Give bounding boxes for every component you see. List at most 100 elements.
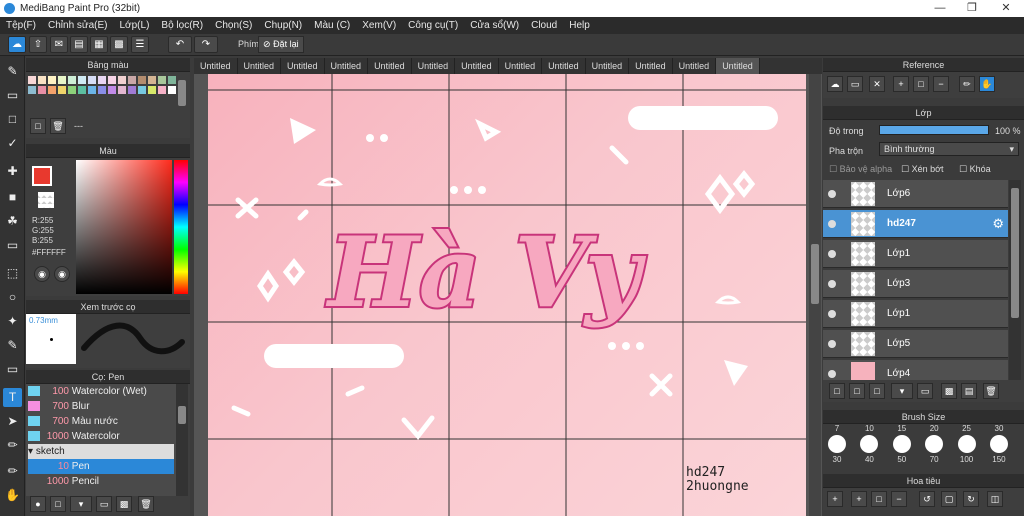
menu-layer[interactable]: Lớp(L) <box>120 20 150 31</box>
hue-slider[interactable] <box>174 160 188 294</box>
lasso-tool-icon[interactable]: ○ <box>3 288 22 307</box>
menu-view[interactable]: Xem(V) <box>362 20 396 31</box>
color-mix-icon[interactable]: ◉ <box>54 266 70 282</box>
merge-layer-icon[interactable]: ▤ <box>961 383 977 399</box>
color-swatch[interactable] <box>158 86 166 94</box>
visibility-icon[interactable] <box>828 280 836 288</box>
brush-item[interactable]: 1000 Pencil <box>28 474 174 489</box>
fill-rect-tool-icon[interactable]: ■ <box>3 188 22 207</box>
maximize-button[interactable]: ❐ <box>956 0 988 17</box>
reference-folder-icon[interactable]: ▭ <box>847 76 863 92</box>
color-swatch[interactable] <box>28 86 36 94</box>
reference-eyedropper-icon[interactable]: ✏ <box>959 76 975 92</box>
color-swatch[interactable] <box>128 76 136 84</box>
color-swatch[interactable] <box>58 86 66 94</box>
color-swatch[interactable] <box>88 76 96 84</box>
brush-item[interactable]: 700 Blur <box>28 399 174 414</box>
brush-size-option[interactable]: 25 100 <box>955 424 979 470</box>
document-tab[interactable]: Untitled <box>542 58 586 74</box>
layer-settings-icon[interactable]: ⚙ <box>992 216 1004 232</box>
new-8bit-layer-icon[interactable]: □ <box>849 383 865 399</box>
artwork-canvas[interactable]: Hà Vy hd247 2huongne <box>208 74 806 516</box>
reference-zoom-out-icon[interactable]: − <box>933 76 949 92</box>
layer-row[interactable]: Lớp1 <box>823 240 1008 268</box>
color-swatch[interactable] <box>48 76 56 84</box>
reference-fit-icon[interactable]: □ <box>913 76 929 92</box>
layer-row[interactable]: Lớp6 <box>823 180 1008 208</box>
palette-scrollbar[interactable] <box>178 80 186 106</box>
nav-fit-icon[interactable]: □ <box>871 491 887 507</box>
foreground-color[interactable] <box>32 166 52 186</box>
layer-scrollbar[interactable] <box>1009 180 1021 380</box>
document-tab[interactable]: Untitled <box>325 58 369 74</box>
pen-tool-icon[interactable]: ✓ <box>3 134 22 153</box>
color-swatch[interactable] <box>148 86 156 94</box>
divide-tool-icon[interactable]: ✏ <box>3 462 22 481</box>
nav-zoom-out-icon[interactable]: − <box>891 491 907 507</box>
color-swatch[interactable] <box>158 76 166 84</box>
brush-item[interactable]: 100 Watercolor (Wet) <box>28 384 174 399</box>
select-eraser-icon[interactable]: ▭ <box>3 360 22 379</box>
brush-size-option[interactable]: 20 70 <box>922 424 946 470</box>
brush-add-icon[interactable]: ● <box>30 496 46 512</box>
hand-tool-icon[interactable]: ✋ <box>3 486 22 505</box>
document-tab[interactable]: Untitled <box>673 58 717 74</box>
nav-rotate-right-icon[interactable]: ↻ <box>963 491 979 507</box>
canvas-scrollbar[interactable] <box>809 74 821 516</box>
brush-folder-icon[interactable]: ▭ <box>96 496 112 512</box>
layer-row[interactable]: Lớp5 <box>823 330 1008 358</box>
move-tool-icon[interactable]: ✚ <box>3 162 22 181</box>
document-tab[interactable]: Untitled <box>716 58 760 74</box>
close-button[interactable]: ✕ <box>990 0 1022 17</box>
brush-size-option[interactable]: 30 150 <box>987 424 1011 470</box>
color-swatch[interactable] <box>68 86 76 94</box>
layer-folder-icon[interactable]: ▭ <box>917 383 933 399</box>
document-tab[interactable]: Untitled <box>368 58 412 74</box>
eraser-tool-icon[interactable]: ▭ <box>3 86 22 105</box>
document-tab[interactable]: Untitled <box>238 58 282 74</box>
color-swatch[interactable] <box>78 86 86 94</box>
brush-size-option[interactable]: 10 40 <box>857 424 881 470</box>
color-swatch[interactable] <box>28 76 36 84</box>
reference-hand-icon[interactable]: ✋ <box>979 76 995 92</box>
operation-tool-icon[interactable]: ➤ <box>3 412 22 431</box>
brush-size-option[interactable]: 7 30 <box>825 424 849 470</box>
menu-file[interactable]: Tệp(F) <box>6 20 36 31</box>
select-pen-icon[interactable]: ✎ <box>3 336 22 355</box>
menu-tools[interactable]: Công cụ(T) <box>408 20 458 31</box>
menu-snap[interactable]: Chụp(N) <box>264 20 302 31</box>
color-swatch[interactable] <box>38 86 46 94</box>
new-swatch-icon[interactable]: □ <box>30 118 46 134</box>
delete-layer-icon[interactable]: 🗑 <box>983 383 999 399</box>
visibility-icon[interactable] <box>828 250 836 258</box>
minimize-button[interactable]: — <box>924 0 956 17</box>
brush-scrollbar[interactable] <box>176 384 188 496</box>
nav-reset-icon[interactable]: ▢ <box>941 491 957 507</box>
color-swatch[interactable] <box>148 76 156 84</box>
color-swatch[interactable] <box>138 86 146 94</box>
menu-cloud[interactable]: Cloud <box>531 20 557 31</box>
menu-window[interactable]: Cửa sổ(W) <box>470 20 519 31</box>
nav-zoom-in-2-icon[interactable]: + <box>851 491 867 507</box>
color-swatch[interactable] <box>108 86 116 94</box>
visibility-icon[interactable] <box>828 190 836 198</box>
clip-checkbox[interactable]: ☐ Xén bớt <box>901 164 944 175</box>
document-tab[interactable]: Untitled <box>281 58 325 74</box>
color-swatch[interactable] <box>118 76 126 84</box>
magic-wand-icon[interactable]: ✦ <box>3 312 22 331</box>
visibility-icon[interactable] <box>828 310 836 318</box>
color-swatch[interactable] <box>98 86 106 94</box>
menu-filter[interactable]: Bộ lọc(R) <box>161 20 203 31</box>
color-swatch[interactable] <box>138 76 146 84</box>
brush-group-sketch[interactable]: ▾ sketch <box>28 444 174 459</box>
color-swatch[interactable] <box>118 86 126 94</box>
document-tab[interactable]: Untitled <box>194 58 238 74</box>
background-color[interactable] <box>38 192 54 208</box>
color-swatch[interactable] <box>88 86 96 94</box>
color-swatch[interactable] <box>48 86 56 94</box>
color-swatch[interactable] <box>78 76 86 84</box>
layer-menu-icon[interactable]: ▾ <box>891 383 913 399</box>
document-tab[interactable]: Untitled <box>586 58 630 74</box>
brush-copy-icon[interactable]: □ <box>50 496 66 512</box>
brush-size-option[interactable]: 15 50 <box>890 424 914 470</box>
